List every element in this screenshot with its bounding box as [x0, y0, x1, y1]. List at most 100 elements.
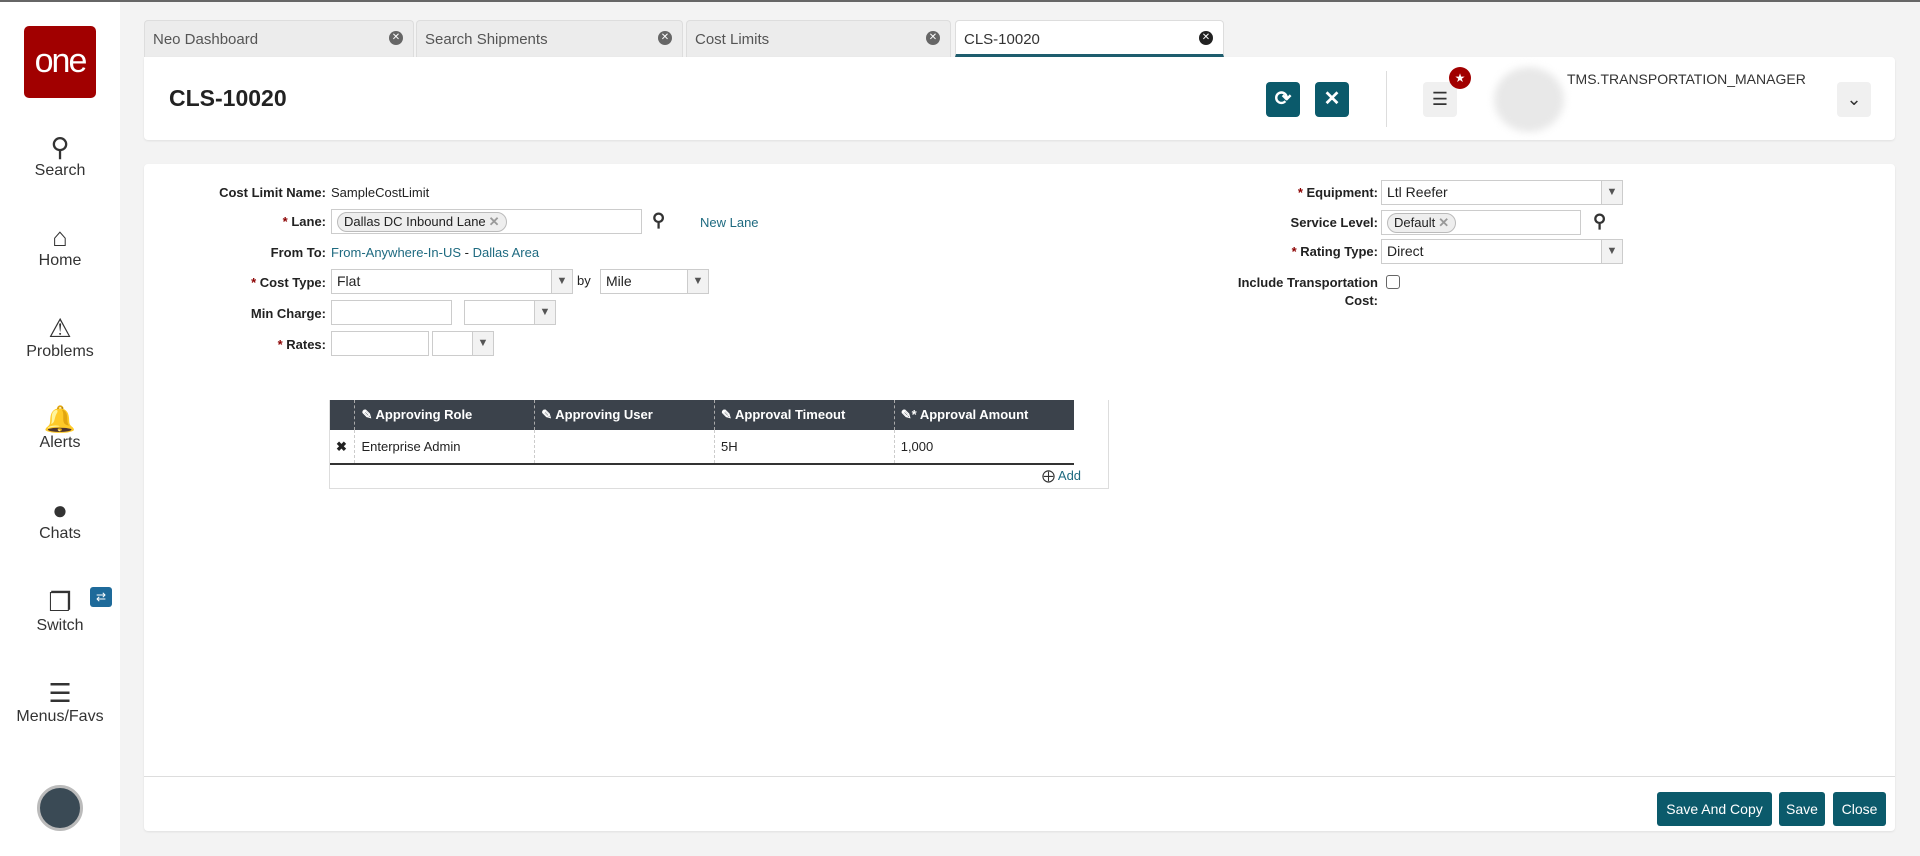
- favorites-star-icon[interactable]: ★: [1449, 67, 1471, 89]
- chevron-down-icon: ▼: [1601, 240, 1622, 263]
- rates-label: * Rates:: [277, 337, 326, 352]
- from-link[interactable]: From-Anywhere-In-US: [331, 245, 461, 260]
- tab-cost-limits[interactable]: Cost Limits ✕: [686, 20, 951, 57]
- edit-icon: ✎: [541, 407, 556, 422]
- sidebar-item-search[interactable]: ⚲ Search: [0, 132, 120, 180]
- chevron-down-icon: ▼: [551, 270, 572, 293]
- to-link[interactable]: Dallas Area: [473, 245, 539, 260]
- close-tab-icon[interactable]: ✕: [926, 31, 940, 45]
- save-and-copy-button[interactable]: Save And Copy: [1657, 792, 1772, 826]
- tab-label: Neo Dashboard: [153, 31, 259, 48]
- tab-label: Cost Limits: [695, 31, 770, 48]
- sidebar-item-alerts[interactable]: 🔔 Alerts: [0, 404, 120, 452]
- close-tab-icon[interactable]: ✕: [1199, 31, 1213, 45]
- new-lane-link[interactable]: New Lane: [700, 215, 759, 230]
- lane-input[interactable]: Dallas DC Inbound Lane ✕: [331, 209, 642, 234]
- include-transportation-cost-label: Include Transportation Cost:: [1237, 275, 1378, 308]
- page-title: CLS-10020: [169, 85, 287, 111]
- min-charge-input[interactable]: [331, 300, 452, 325]
- sidebar-item-chats[interactable]: ● Chats: [0, 495, 120, 543]
- refresh-button[interactable]: ⟳: [1266, 82, 1300, 117]
- from-to-label: From To:: [270, 245, 326, 260]
- home-icon: ⌂: [52, 222, 68, 252]
- close-button[interactable]: ✕: [1315, 82, 1349, 117]
- remove-chip-icon[interactable]: ✕: [489, 214, 500, 229]
- service-level-label: Service Level:: [1290, 215, 1378, 230]
- service-level-input[interactable]: Default ✕: [1381, 210, 1581, 235]
- service-level-chip: Default ✕: [1387, 213, 1457, 233]
- by-label: by: [577, 273, 591, 288]
- service-level-search-icon[interactable]: ⚲: [1593, 211, 1606, 232]
- tab-search-shipments[interactable]: Search Shipments ✕: [416, 20, 683, 57]
- sidebar-label: Switch: [36, 617, 84, 634]
- chevron-down-icon: ▼: [472, 332, 493, 355]
- sidebar-item-switch[interactable]: ❐ Switch ⇄: [0, 587, 120, 635]
- lane-search-icon[interactable]: ⚲: [652, 210, 665, 231]
- plus-circle-icon: ⨁: [1042, 468, 1058, 483]
- bell-icon: 🔔: [43, 404, 77, 434]
- rating-type-label: * Rating Type:: [1291, 244, 1378, 259]
- rates-input[interactable]: [331, 331, 429, 356]
- chevron-down-icon: ▼: [1601, 181, 1622, 204]
- equipment-select[interactable]: Ltl Reefer ▼: [1381, 180, 1623, 205]
- chevron-down-icon: ▼: [534, 301, 555, 324]
- sidebar-item-problems[interactable]: ⚠ Problems: [0, 313, 120, 361]
- sidebar-label: Home: [38, 252, 82, 269]
- user-avatar-blurred: [1494, 67, 1564, 132]
- cost-limit-name-label: Cost Limit Name:: [219, 185, 326, 200]
- edit-required-icon: ✎*: [900, 407, 920, 422]
- sidebar-item-menus[interactable]: ☰ Menus/Favs: [0, 678, 120, 726]
- include-transportation-cost-checkbox[interactable]: [1386, 275, 1400, 289]
- table-row: ✖ Enterprise Admin 5H 1,000: [330, 430, 1074, 465]
- tab-label: Search Shipments: [425, 31, 548, 48]
- switch-badge-icon: ⇄: [90, 587, 112, 607]
- sidebar-label: Alerts: [39, 434, 81, 451]
- delete-row-icon[interactable]: ✖: [330, 430, 355, 465]
- close-footer-button[interactable]: Close: [1833, 792, 1886, 826]
- rating-type-select[interactable]: Direct ▼: [1381, 239, 1623, 264]
- column-header-approving-role[interactable]: ✎ Approving Role: [354, 400, 535, 430]
- sidebar-item-home[interactable]: ⌂ Home: [0, 222, 120, 270]
- divider: [1386, 71, 1387, 127]
- user-avatar[interactable]: [37, 785, 83, 831]
- page-header: CLS-10020 ⟳ ✕ ☰ ★ TMS.TRANSPORTATION_MAN…: [144, 57, 1895, 140]
- chevron-down-icon: ▼: [687, 270, 708, 293]
- menu-icon: ☰: [48, 678, 72, 708]
- sidebar: one ⚲ Search ⌂ Home ⚠ Problems 🔔 Alerts ● Cha…: [0, 2, 120, 856]
- sidebar-label: Problems: [26, 343, 94, 360]
- save-button[interactable]: Save: [1779, 792, 1825, 826]
- user-menu-chevron-button[interactable]: ⌄: [1837, 82, 1871, 117]
- cost-type-select[interactable]: Flat ▼: [331, 269, 573, 294]
- rates-currency-select[interactable]: ▼: [432, 331, 494, 356]
- close-tab-icon[interactable]: ✕: [389, 31, 403, 45]
- cost-limit-name-value: SampleCostLimit: [331, 185, 430, 200]
- column-header-approving-user[interactable]: ✎ Approving User: [534, 400, 715, 430]
- tab-label: CLS-10020: [964, 31, 1040, 48]
- footer-divider: [144, 776, 1895, 777]
- approval-table-wrapper: ✎ Approving Role ✎ Approving User ✎ Appr…: [329, 400, 1109, 489]
- one-logo[interactable]: one: [24, 26, 96, 98]
- sidebar-label: Menus/Favs: [16, 708, 104, 725]
- column-header-approval-amount[interactable]: ✎* Approval Amount: [893, 400, 1074, 430]
- warning-icon: ⚠: [48, 313, 72, 343]
- sidebar-label: Chats: [39, 525, 81, 542]
- add-row-button[interactable]: ⨁ Add: [1042, 468, 1081, 484]
- tab-cls-10020[interactable]: CLS-10020 ✕: [955, 20, 1224, 57]
- tab-neo-dashboard[interactable]: Neo Dashboard ✕: [144, 20, 414, 57]
- cell-approval-amount[interactable]: 1,000: [893, 430, 1074, 465]
- lane-label: * Lane:: [282, 214, 326, 229]
- approval-table: ✎ Approving Role ✎ Approving User ✎ Appr…: [330, 400, 1074, 465]
- close-tab-icon[interactable]: ✕: [658, 31, 672, 45]
- table-header-row: ✎ Approving Role ✎ Approving User ✎ Appr…: [330, 400, 1074, 430]
- cell-approval-timeout[interactable]: 5H: [713, 430, 895, 465]
- column-header-approval-timeout[interactable]: ✎ Approval Timeout: [713, 400, 895, 430]
- row-action-header: [330, 400, 355, 430]
- cell-approving-role[interactable]: Enterprise Admin: [354, 430, 535, 465]
- remove-chip-icon[interactable]: ✕: [1438, 215, 1449, 230]
- min-charge-label: Min Charge:: [250, 306, 326, 321]
- cost-unit-select[interactable]: Mile ▼: [600, 269, 709, 294]
- cell-approving-user[interactable]: [534, 430, 715, 465]
- min-charge-currency-select[interactable]: ▼: [464, 300, 556, 325]
- menu-button[interactable]: ☰: [1423, 82, 1457, 117]
- lane-chip: Dallas DC Inbound Lane ✕: [337, 212, 507, 232]
